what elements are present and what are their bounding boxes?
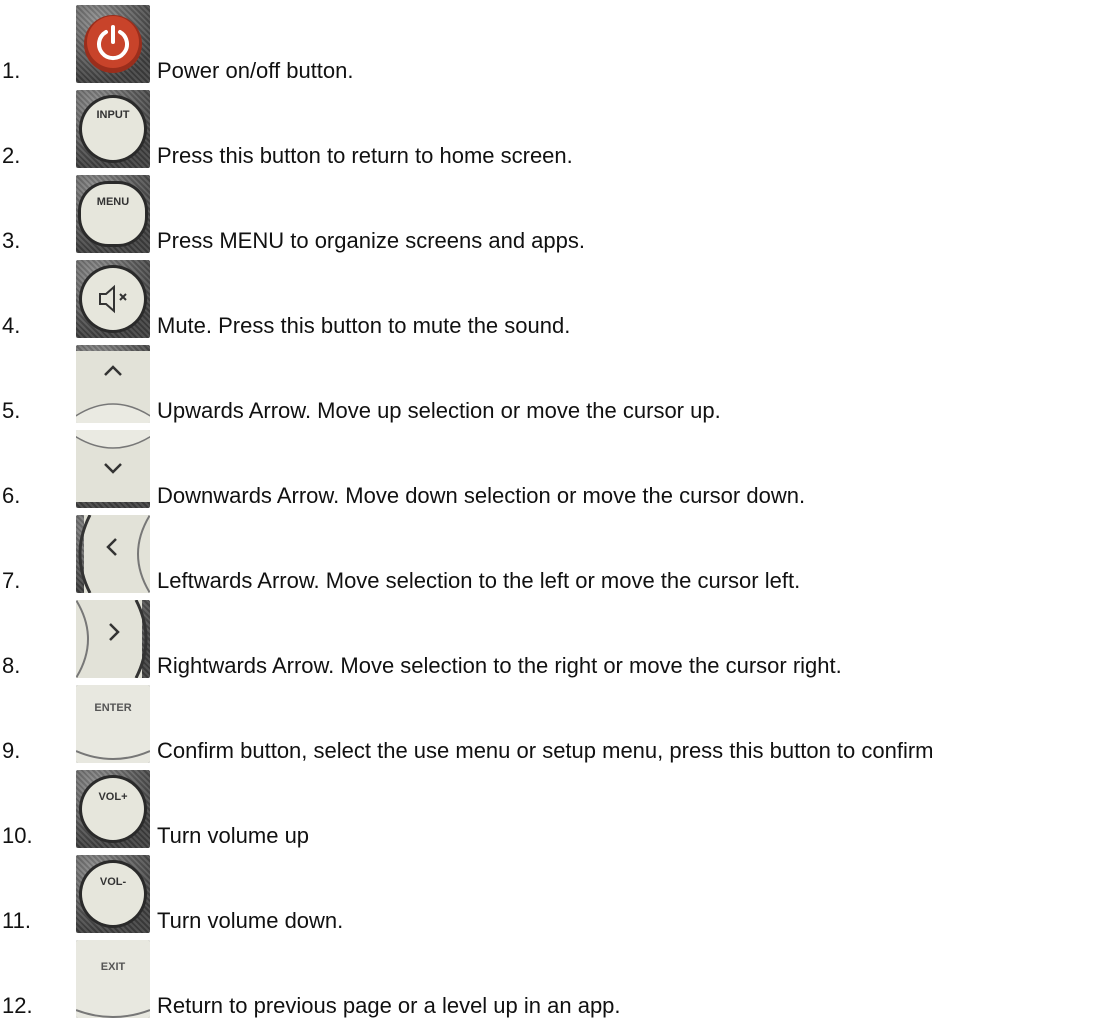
remote-button-list: 1. Power on/off button. 2. INPUT Press this …	[0, 0, 1120, 1021]
button-print: VOL-	[100, 876, 127, 888]
item-number: 2.	[2, 143, 21, 168]
item-description: Confirm button, select the use menu or s…	[157, 738, 934, 763]
item-description: Press MENU to organize screens and apps.	[157, 228, 585, 253]
item-number: 10.	[2, 823, 33, 848]
item-number: 11.	[2, 908, 31, 933]
item-description: Return to previous page or a level up in…	[157, 993, 621, 1018]
button-print: INPUT	[97, 109, 130, 121]
list-item: 8. Rightwards Arrow. Move selection to th…	[0, 595, 1120, 680]
item-number: 6.	[2, 483, 21, 508]
arrow-right-icon	[76, 600, 150, 678]
item-number: 9.	[2, 738, 21, 763]
menu-icon: MENU	[76, 175, 150, 253]
button-print: VOL+	[98, 791, 127, 803]
item-number: 4.	[2, 313, 21, 338]
list-item: 3. MENU Press MENU to organize screens and…	[0, 170, 1120, 255]
button-print: MENU	[97, 196, 129, 208]
item-description: Power on/off button.	[157, 58, 354, 83]
input-icon: INPUT	[76, 90, 150, 168]
power-icon	[76, 5, 150, 83]
item-description: Mute. Press this button to mute the soun…	[157, 313, 571, 338]
list-item: 7. Leftwards Arrow. Move selection to the…	[0, 510, 1120, 595]
list-item: 2. INPUT Press this button to return to ho…	[0, 85, 1120, 170]
item-description: Leftwards Arrow. Move selection to the l…	[157, 568, 801, 593]
item-description: Upwards Arrow. Move up selection or move…	[157, 398, 721, 423]
enter-icon: ENTER	[76, 685, 150, 763]
list-item: 4. Mute. Press this button to mute the so…	[0, 255, 1120, 340]
list-item: 5. Upwards Arrow. Move up selection or mo…	[0, 340, 1120, 425]
volume-up-icon: VOL+	[76, 770, 150, 848]
volume-down-icon: VOL-	[76, 855, 150, 933]
button-print: ENTER	[94, 702, 131, 714]
list-item: 11. VOL- Turn volume down.	[0, 850, 1120, 935]
item-description: Turn volume up	[157, 823, 310, 848]
item-description: Rightwards Arrow. Move selection to the …	[157, 653, 842, 678]
list-item: 1. Power on/off button.	[0, 0, 1120, 85]
list-item: 6. Downwards Arrow. Move down selection o…	[0, 425, 1120, 510]
arrow-left-icon	[76, 515, 150, 593]
mute-icon	[76, 260, 150, 338]
item-number: 1.	[2, 58, 21, 83]
arrow-up-icon	[76, 345, 150, 423]
item-number: 12.	[2, 993, 33, 1018]
item-number: 3.	[2, 228, 21, 253]
item-number: 5.	[2, 398, 21, 423]
list-item: 10. VOL+ Turn volume up	[0, 765, 1120, 850]
list-item: 9. ENTER Confirm button, select the use me…	[0, 680, 1120, 765]
arrow-down-icon	[76, 430, 150, 508]
exit-icon: EXIT	[76, 940, 150, 1018]
item-number: 7.	[2, 568, 21, 593]
item-description: Press this button to return to home scre…	[157, 143, 573, 168]
item-number: 8.	[2, 653, 21, 678]
item-description: Turn volume down.	[157, 908, 344, 933]
item-description: Downwards Arrow. Move down selection or …	[157, 483, 806, 508]
list-item: 12. EXIT Return to previous page or a leve…	[0, 935, 1120, 1020]
button-print: EXIT	[101, 961, 126, 973]
